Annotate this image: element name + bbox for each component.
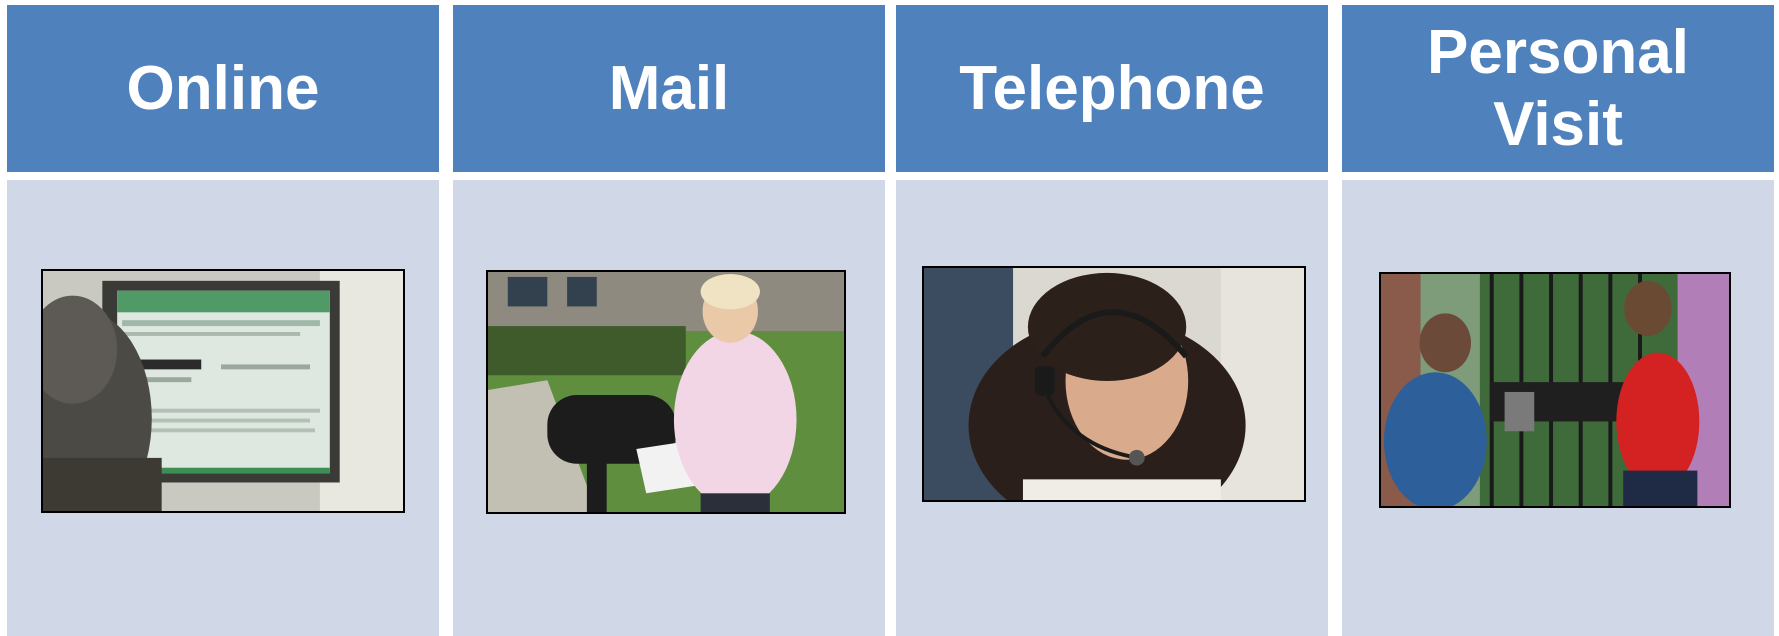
channel-panel-personal-visit — [1342, 180, 1774, 636]
channel-online: Online — [7, 5, 439, 636]
channel-header-telephone: Telephone — [896, 5, 1328, 172]
channel-label: Mail — [608, 53, 730, 123]
channel-telephone: Telephone — [896, 5, 1328, 636]
channel-header-online: Online — [7, 5, 439, 172]
channel-label: Personal Visit — [1427, 17, 1689, 159]
personal-visit-photo — [1379, 272, 1731, 508]
channel-header-personal-visit: Personal Visit — [1342, 5, 1774, 172]
channel-panel-online — [7, 180, 439, 636]
mail-photo — [486, 270, 846, 514]
channel-label: Online — [126, 53, 320, 123]
channel-panel-mail — [453, 180, 885, 636]
telephone-photo — [922, 266, 1306, 502]
online-photo — [41, 269, 405, 513]
channel-panel-telephone — [896, 180, 1328, 636]
channel-mail: Mail — [453, 5, 885, 636]
channel-personal-visit: Personal Visit — [1342, 5, 1774, 636]
channel-label: Telephone — [959, 53, 1265, 123]
channel-header-mail: Mail — [453, 5, 885, 172]
